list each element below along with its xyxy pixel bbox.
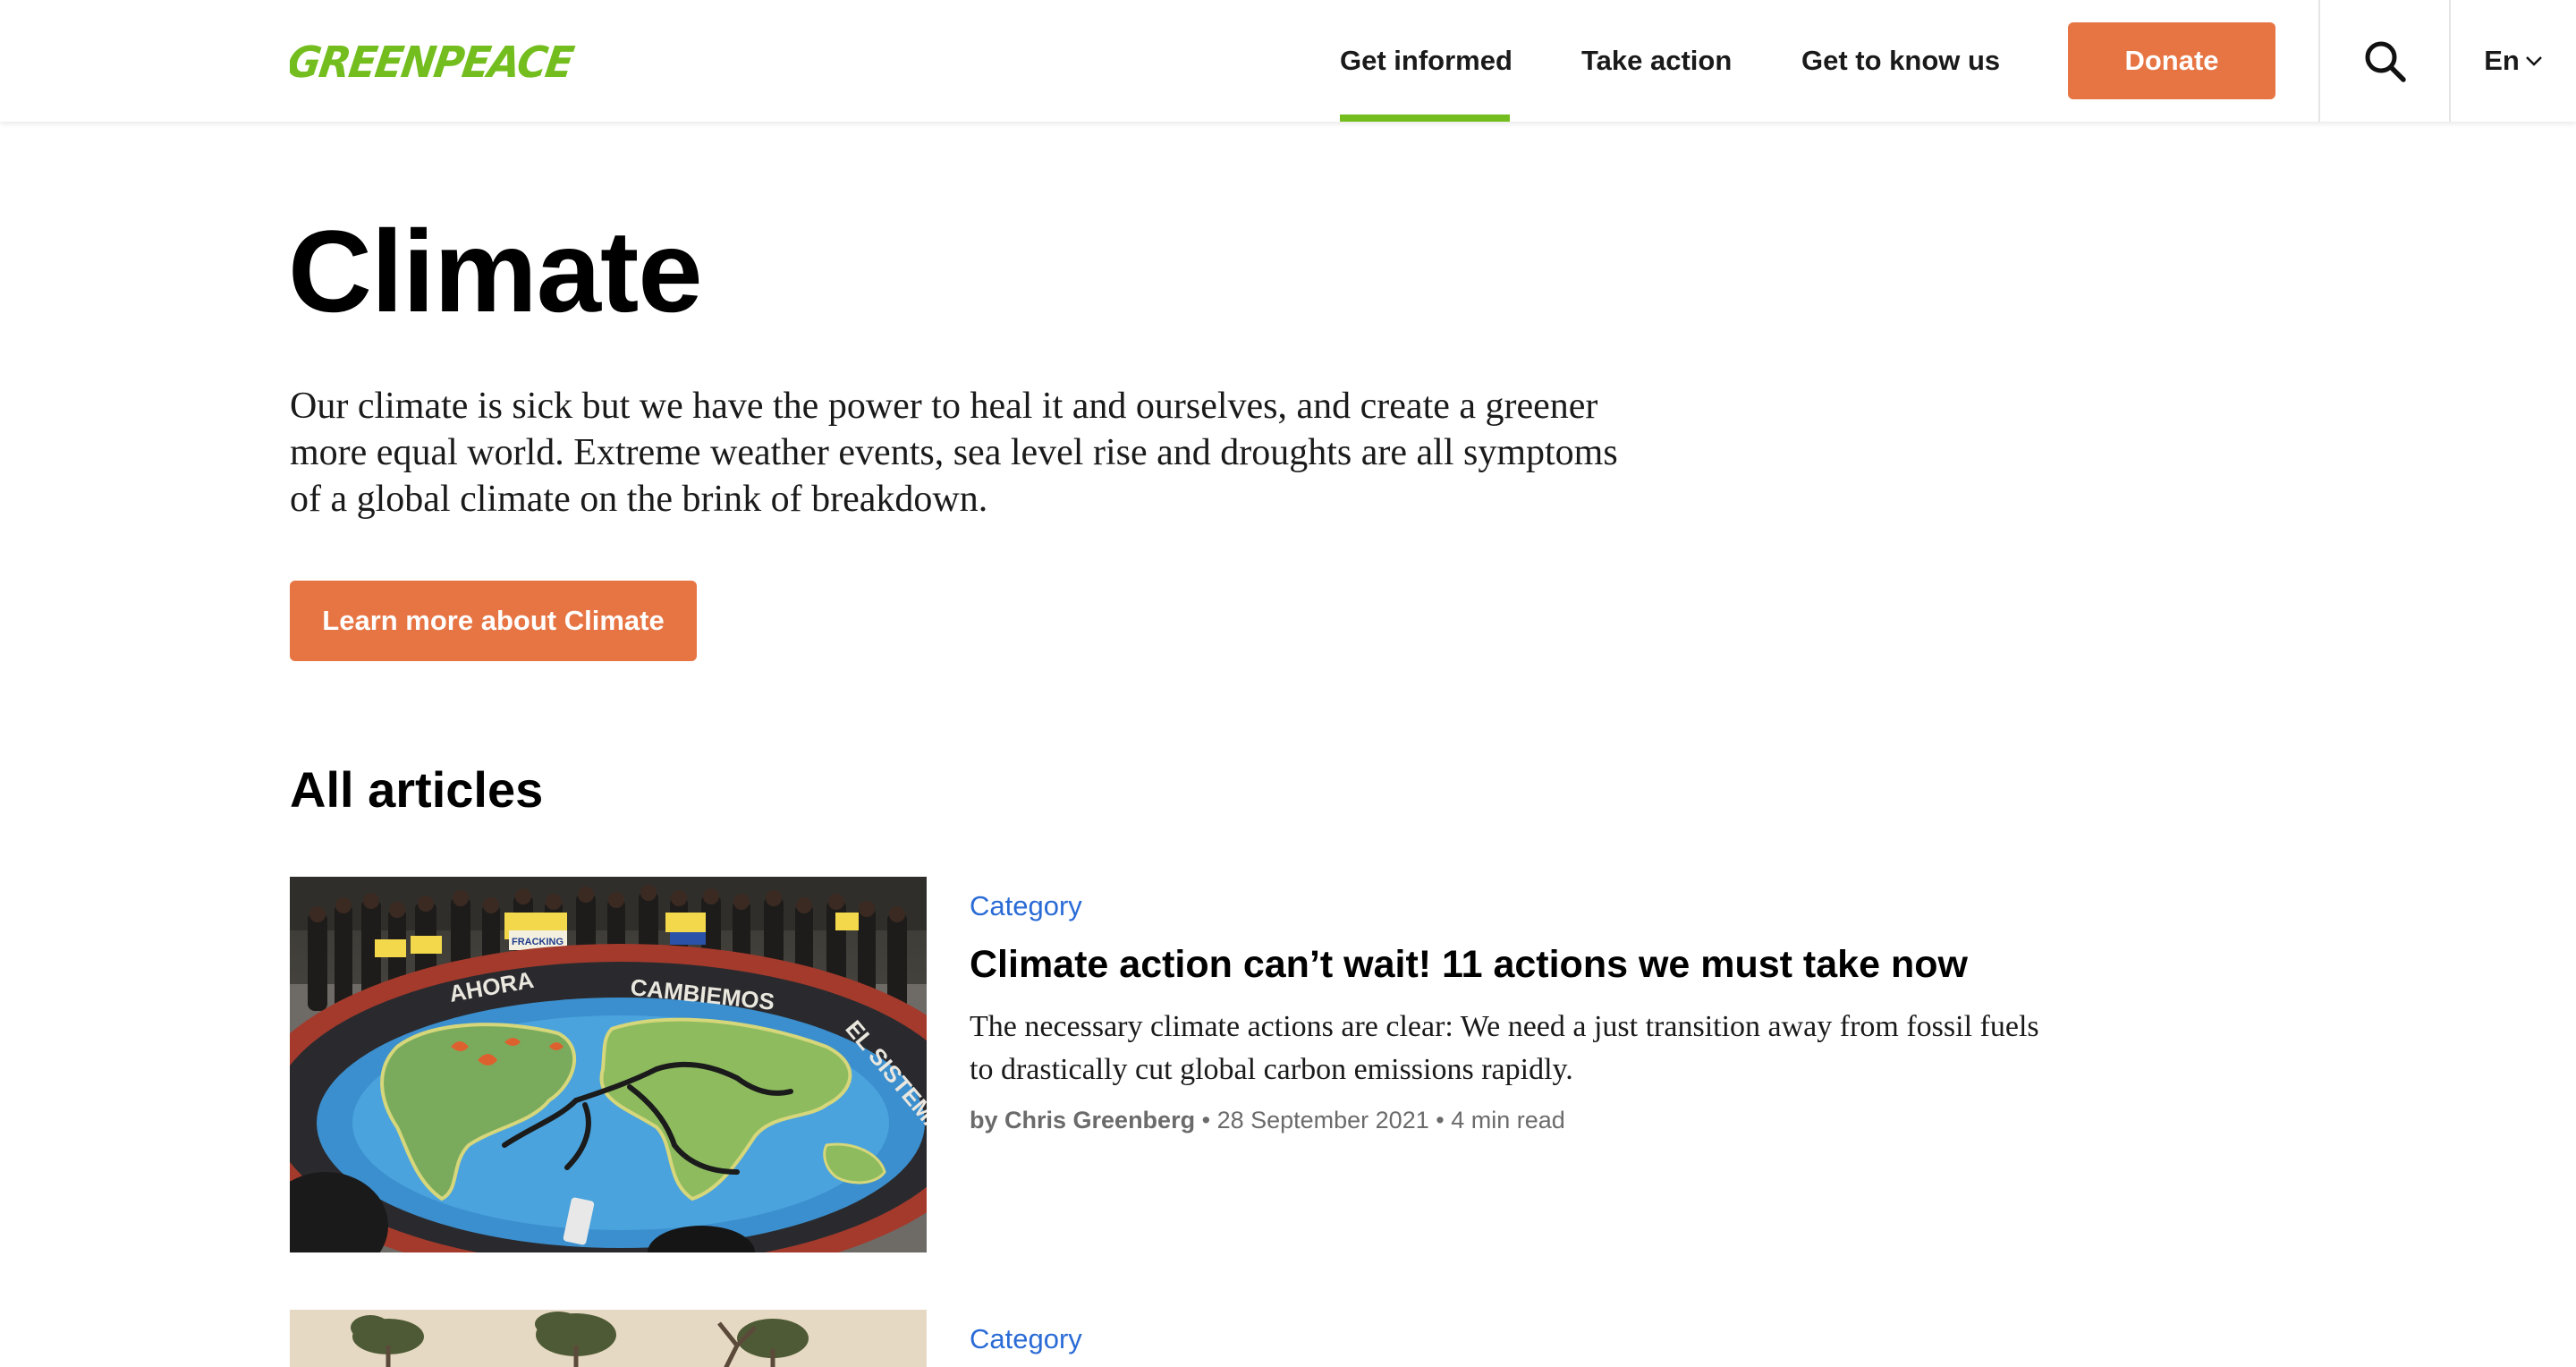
meta-separator: •: [1201, 1107, 1211, 1134]
nav-take-action[interactable]: Take action: [1581, 0, 1732, 122]
language-selector[interactable]: En: [2451, 0, 2576, 122]
chevron-down-icon: [2525, 56, 2542, 66]
article-meta: by Chris Greenberg • 28 September 2021 •…: [970, 1102, 1565, 1138]
language-label: En: [2484, 45, 2520, 76]
article-image[interactable]: [290, 1310, 927, 1367]
greenpeace-logo[interactable]: GREENPEACE: [290, 34, 576, 88]
article-read-time: 4 min read: [1451, 1107, 1565, 1134]
nav-get-informed[interactable]: Get informed: [1340, 0, 1513, 122]
site-header: GREENPEACE Get informed Take action Get …: [0, 0, 2576, 122]
protest-globe-photo: FRACKING AHORA CAMBIEMOS EL SISTEMA: [290, 877, 927, 1252]
page-intro: Our climate is sick but we have the powe…: [290, 386, 1618, 520]
article-image[interactable]: FRACKING AHORA CAMBIEMOS EL SISTEMA: [290, 877, 927, 1252]
section-title: All articles: [290, 761, 544, 818]
meta-separator: •: [1436, 1107, 1445, 1134]
article-category[interactable]: Category: [970, 888, 1082, 924]
sign-text: FRACKING: [512, 937, 564, 947]
logo-text: GREENPEACE: [290, 38, 576, 88]
search-icon: [2365, 41, 2406, 82]
article-category[interactable]: Category: [970, 1321, 1082, 1357]
donate-button[interactable]: Donate: [2068, 22, 2275, 99]
nav-active-indicator: [1340, 115, 1510, 122]
article-author[interactable]: by Chris Greenberg: [970, 1107, 1195, 1134]
trees-photo: [290, 1310, 927, 1367]
nav-get-to-know-us[interactable]: Get to know us: [1801, 0, 2000, 122]
article-date: 28 September 2021: [1216, 1107, 1429, 1134]
article-excerpt: The necessary climate actions are clear:…: [970, 1010, 2039, 1086]
article-title[interactable]: Climate action can’t wait! 11 actions we…: [970, 941, 1968, 988]
search-button[interactable]: [2320, 0, 2449, 122]
learn-more-button[interactable]: Learn more about Climate: [290, 581, 697, 661]
page-title: Climate: [288, 206, 703, 336]
page: GREENPEACE Get informed Take action Get …: [0, 0, 2576, 1367]
